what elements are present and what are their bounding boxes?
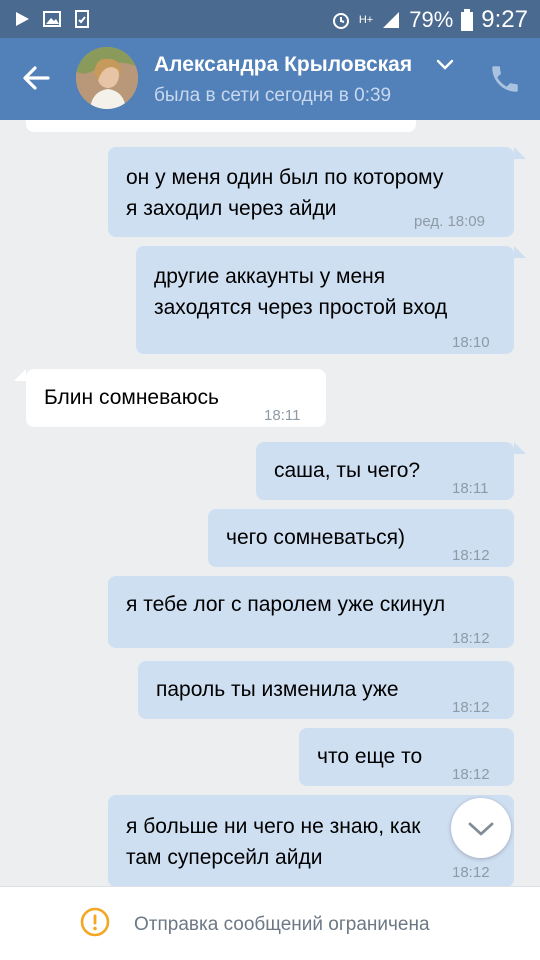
message-text: пароль ты изменила уже: [156, 678, 399, 701]
message-time: 18:12: [452, 766, 490, 783]
message-list[interactable]: он у меня один был по которому я заходил…: [0, 120, 540, 886]
message-text: я тебе лог с паролем уже скинул: [126, 593, 446, 616]
message-text: он у меня один был по которому я заходил…: [126, 166, 444, 220]
message-bubble-partial: [26, 120, 416, 132]
message-time: 18:10: [452, 334, 490, 351]
battery-icon: [461, 9, 474, 31]
message-bubble-outgoing[interactable]: что еще то 18:12: [299, 728, 514, 786]
status-bar: H+ 79% 9:27: [0, 0, 540, 38]
bubble-tail: [514, 147, 526, 159]
clipboard-check-icon: [75, 10, 89, 28]
chevron-down-icon: [468, 822, 494, 836]
message-text: другие аккаунты у меня заходятся через п…: [154, 265, 448, 319]
bubble-tail: [14, 369, 26, 381]
message-bubble-outgoing[interactable]: другие аккаунты у меня заходятся через п…: [136, 246, 514, 354]
scroll-to-bottom-button[interactable]: [451, 798, 511, 858]
chevron-down-icon[interactable]: [436, 58, 454, 72]
message-text: саша, ты чего?: [274, 459, 421, 482]
contact-name[interactable]: Александра Крыловская: [154, 53, 420, 77]
message-text: Блин сомневаюсь: [44, 386, 219, 409]
message-text: я больше ни чего не знаю, как там суперс…: [126, 815, 421, 869]
message-bubble-outgoing[interactable]: он у меня один был по которому я заходил…: [108, 147, 514, 237]
message-bubble-incoming[interactable]: Блин сомневаюсь 18:11: [26, 369, 326, 427]
avatar[interactable]: [76, 47, 138, 109]
play-icon: [16, 12, 29, 26]
warning-icon: [80, 907, 110, 937]
message-bubble-outgoing[interactable]: пароль ты изменила уже 18:12: [138, 661, 514, 719]
signal-icon: [383, 12, 400, 28]
message-text: что еще то: [317, 745, 423, 768]
chat-header: Александра Крыловская была в сети сегодн…: [0, 38, 540, 120]
alarm-icon: [332, 13, 349, 29]
message-time: 18:12: [452, 630, 490, 647]
message-restriction-bar: Отправка сообщений ограничена: [0, 886, 540, 960]
back-arrow-icon[interactable]: [18, 60, 54, 96]
message-bubble-outgoing[interactable]: саша, ты чего? 18:11: [256, 442, 514, 500]
message-time: 18:11: [264, 407, 301, 424]
battery-percent: 79%: [409, 7, 454, 32]
message-time: 18:11: [452, 480, 489, 497]
network-type-label: H+: [358, 14, 374, 26]
message-bubble-outgoing[interactable]: чего сомневаться) 18:12: [208, 509, 514, 567]
message-text: чего сомневаться): [226, 526, 406, 549]
message-time: 18:12: [452, 864, 490, 881]
bubble-tail: [514, 442, 526, 454]
message-time: ред. 18:09: [414, 213, 485, 230]
message-bubble-outgoing[interactable]: я тебе лог с паролем уже скинул 18:12: [108, 576, 514, 648]
last-seen-status: была в сети сегодня в 0:39: [154, 85, 392, 106]
message-time: 18:12: [452, 699, 490, 716]
message-time: 18:12: [452, 547, 490, 564]
bubble-tail: [514, 246, 526, 258]
clock: 9:27: [481, 6, 528, 33]
restriction-notice: Отправка сообщений ограничена: [134, 914, 430, 935]
phone-icon[interactable]: [488, 62, 522, 96]
gallery-icon: [43, 11, 61, 27]
